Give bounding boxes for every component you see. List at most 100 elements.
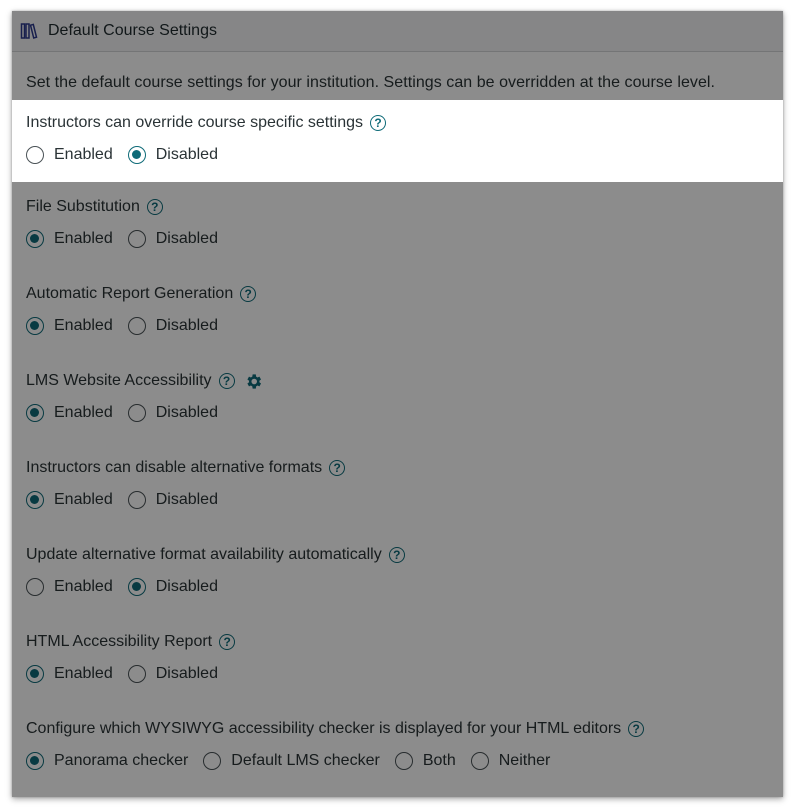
radio-label: Panorama checker xyxy=(54,752,189,769)
radio-group: Enabled Disabled xyxy=(26,313,769,339)
radio-button[interactable] xyxy=(127,230,146,248)
help-icon[interactable]: ? xyxy=(329,460,346,476)
setting-label-text: HTML Accessibility Report xyxy=(26,633,213,650)
radio-option[interactable]: Enabled xyxy=(26,146,113,164)
radio-label: Disabled xyxy=(155,146,218,163)
radio-option[interactable]: Enabled xyxy=(26,317,113,335)
radio-button[interactable] xyxy=(203,752,222,770)
radio-button[interactable] xyxy=(26,230,44,248)
radio-button[interactable] xyxy=(26,404,44,422)
radio-label: Enabled xyxy=(54,665,113,682)
radio-group: Enabled Disabled xyxy=(26,487,769,513)
radio-label: Disabled xyxy=(155,578,218,595)
setting-label-text: Instructors can disable alternative form… xyxy=(26,459,323,476)
setting-label-text: Instructors can override course specific… xyxy=(26,114,364,131)
radio-label: Disabled xyxy=(155,404,218,421)
radio-group: Enabled Disabled xyxy=(26,226,769,252)
radio-button[interactable] xyxy=(26,578,44,596)
help-icon[interactable]: ? xyxy=(240,286,257,302)
page-title: Default Course Settings xyxy=(48,22,217,39)
radio-label: Neither xyxy=(498,752,551,769)
radio-button[interactable] xyxy=(127,404,146,422)
radio-label: Enabled xyxy=(54,146,113,163)
radio-button[interactable] xyxy=(26,752,44,770)
radio-group: Enabled Disabled xyxy=(26,661,769,687)
help-icon[interactable]: ? xyxy=(219,634,236,650)
radio-option[interactable]: Disabled xyxy=(127,665,218,683)
radio-option[interactable]: Disabled xyxy=(127,146,218,164)
radio-button[interactable] xyxy=(26,317,44,335)
setting-label: Update alternative format availability a… xyxy=(26,543,769,567)
setting-label: Instructors can disable alternative form… xyxy=(26,456,769,480)
radio-button[interactable] xyxy=(127,665,146,683)
radio-option[interactable]: Disabled xyxy=(127,317,218,335)
radio-label: Enabled xyxy=(54,578,113,595)
radio-group: Enabled Disabled xyxy=(26,400,769,426)
setting-2: Automatic Report Generation? Enabled Disab… xyxy=(12,269,783,356)
radio-option[interactable]: Enabled xyxy=(26,665,113,683)
radio-group: Enabled Disabled xyxy=(26,574,769,600)
setting-label: HTML Accessibility Report? xyxy=(26,630,769,654)
help-icon[interactable]: ? xyxy=(370,115,387,131)
radio-group: Panorama checker Default LMS checker Both N… xyxy=(26,748,769,774)
radio-button[interactable] xyxy=(127,146,146,164)
gear-icon[interactable] xyxy=(244,372,263,391)
help-icon[interactable]: ? xyxy=(218,373,235,389)
radio-label: Enabled xyxy=(54,491,113,508)
setting-label-text: File Substitution xyxy=(26,198,140,215)
setting-label: Automatic Report Generation? xyxy=(26,282,769,306)
radio-option[interactable]: Disabled xyxy=(127,578,218,596)
radio-option[interactable]: Disabled xyxy=(127,230,218,248)
radio-button[interactable] xyxy=(394,752,413,770)
course-settings-panel: Default Course Settings Set the default … xyxy=(12,11,783,797)
panel-header: Default Course Settings xyxy=(12,11,783,52)
setting-6: HTML Accessibility Report? Enabled Disable… xyxy=(12,617,783,704)
radio-label: Disabled xyxy=(155,317,218,334)
radio-label: Both xyxy=(422,752,456,769)
radio-option[interactable]: Neither xyxy=(470,752,551,770)
setting-4: Instructors can disable alternative form… xyxy=(12,443,783,530)
radio-label: Default LMS checker xyxy=(231,752,380,769)
radio-option[interactable]: Enabled xyxy=(26,404,113,422)
radio-option[interactable]: Disabled xyxy=(127,491,218,509)
setting-7: Configure which WYSIWYG accessibility ch… xyxy=(12,704,783,791)
radio-button[interactable] xyxy=(127,317,146,335)
radio-option[interactable]: Enabled xyxy=(26,491,113,509)
setting-label: Configure which WYSIWYG accessibility ch… xyxy=(26,717,769,741)
radio-button[interactable] xyxy=(26,146,44,164)
setting-label-text: LMS Website Accessibility xyxy=(26,372,212,389)
radio-option[interactable]: Disabled xyxy=(127,404,218,422)
radio-label: Disabled xyxy=(155,230,218,247)
radio-label: Enabled xyxy=(54,317,113,334)
help-icon[interactable]: ? xyxy=(628,721,645,737)
book-icon xyxy=(20,23,38,39)
setting-label-text: Configure which WYSIWYG accessibility ch… xyxy=(26,720,622,737)
setting-label: File Substitution? xyxy=(26,195,769,219)
radio-button[interactable] xyxy=(26,665,44,683)
settings-list: Instructors can override course specific… xyxy=(12,100,783,791)
help-icon[interactable]: ? xyxy=(146,199,163,215)
setting-5: Update alternative format availability a… xyxy=(12,530,783,617)
setting-label: LMS Website Accessibility? xyxy=(26,369,769,393)
radio-button[interactable] xyxy=(127,578,146,596)
radio-option[interactable]: Enabled xyxy=(26,230,113,248)
radio-option[interactable]: Enabled xyxy=(26,578,113,596)
setting-label: Instructors can override course specific… xyxy=(26,111,769,135)
radio-label: Enabled xyxy=(54,404,113,421)
radio-option[interactable]: Both xyxy=(394,752,456,770)
radio-group: Enabled Disabled xyxy=(26,142,769,168)
help-icon[interactable]: ? xyxy=(388,547,405,563)
radio-label: Enabled xyxy=(54,230,113,247)
radio-option[interactable]: Panorama checker xyxy=(26,752,188,770)
setting-3: LMS Website Accessibility? Enabled Disable… xyxy=(12,356,783,443)
radio-option[interactable]: Default LMS checker xyxy=(203,752,380,770)
radio-label: Disabled xyxy=(155,491,218,508)
radio-button[interactable] xyxy=(26,491,44,509)
radio-label: Disabled xyxy=(155,665,218,682)
setting-label-text: Update alternative format availability a… xyxy=(26,546,382,563)
setting-0: Instructors can override course specific… xyxy=(12,100,783,182)
radio-button[interactable] xyxy=(470,752,489,770)
setting-1: File Substitution? Enabled Disabled xyxy=(12,182,783,269)
setting-label-text: Automatic Report Generation xyxy=(26,285,234,302)
radio-button[interactable] xyxy=(127,491,146,509)
